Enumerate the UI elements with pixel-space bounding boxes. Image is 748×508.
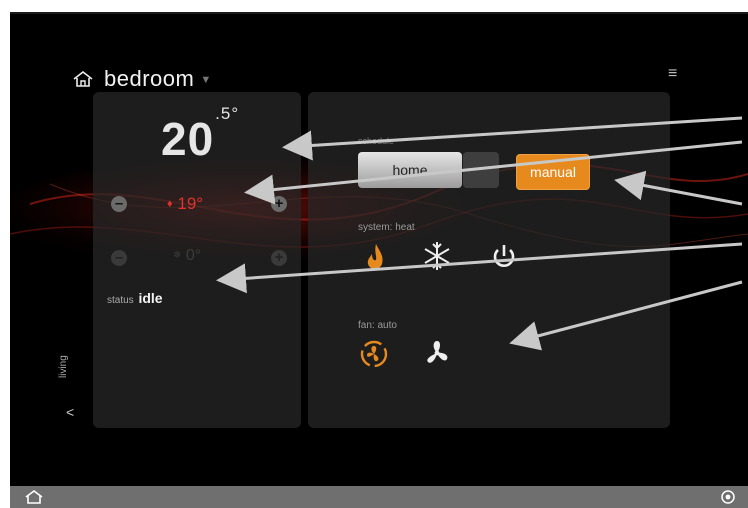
system-mode-label: system: heat	[358, 222, 415, 233]
room-selector[interactable]: bedroom ▼	[72, 64, 211, 94]
status-value: idle	[138, 290, 163, 306]
cool-setpoint-value: 0°	[185, 247, 202, 264]
flame-small-icon: ♦	[167, 198, 173, 210]
chevron-left-icon[interactable]: <	[66, 404, 74, 420]
snowflake-small-icon: ❄	[173, 250, 182, 261]
status-label: status	[107, 295, 134, 306]
screenshot-frame: bedroom ▼ ≡ 20.5° – ♦ 19° + – ❄ 0° + sta…	[0, 0, 748, 508]
heat-increase-button[interactable]: +	[271, 196, 287, 212]
home-icon	[73, 70, 93, 87]
cool-increase-button[interactable]: +	[271, 250, 287, 266]
cool-setpoint: ❄ 0°	[173, 247, 201, 265]
gear-icon[interactable]	[720, 489, 736, 505]
temperature-panel: 20.5° – ♦ 19° + – ❄ 0° + status idle	[93, 92, 301, 428]
dropdown-caret-icon: ▼	[200, 74, 212, 86]
fan-mode-value: auto	[377, 320, 397, 331]
thermostat-screen: bedroom ▼ ≡ 20.5° – ♦ 19° + – ❄ 0° + sta…	[10, 12, 748, 488]
fan-auto-icon[interactable]	[358, 338, 390, 370]
flame-icon[interactable]	[364, 242, 386, 272]
system-label: system:	[358, 222, 393, 233]
menu-icon[interactable]: ≡	[668, 66, 677, 82]
heat-setpoint-value: 19°	[177, 194, 204, 213]
fan-icon[interactable]	[422, 338, 452, 368]
schedule-select[interactable]: home	[358, 152, 462, 188]
snowflake-icon[interactable]	[422, 240, 452, 272]
cool-decrease-button[interactable]: –	[111, 250, 127, 266]
bottom-bar	[10, 486, 748, 508]
power-icon[interactable]	[490, 242, 518, 270]
current-temp-whole: 20	[161, 113, 215, 165]
controls-panel: schedule home manual system: heat fan: a…	[308, 92, 670, 428]
current-temperature: 20.5°	[161, 104, 239, 166]
fan-mode-label: fan: auto	[358, 320, 397, 331]
status-readout: status idle	[107, 290, 163, 306]
home-icon[interactable]	[24, 489, 44, 505]
heat-decrease-button[interactable]: –	[111, 196, 127, 212]
current-temp-fraction: .5°	[215, 103, 240, 123]
manual-button[interactable]: manual	[516, 154, 590, 190]
schedule-label: schedule	[358, 136, 395, 146]
schedule-dropdown-button[interactable]	[463, 152, 499, 188]
heat-setpoint: ♦ 19°	[167, 194, 203, 214]
fan-label: fan:	[358, 320, 375, 331]
system-mode-value: heat	[395, 222, 415, 233]
previous-room-label[interactable]: living	[58, 355, 69, 378]
room-name: bedroom	[104, 66, 195, 91]
